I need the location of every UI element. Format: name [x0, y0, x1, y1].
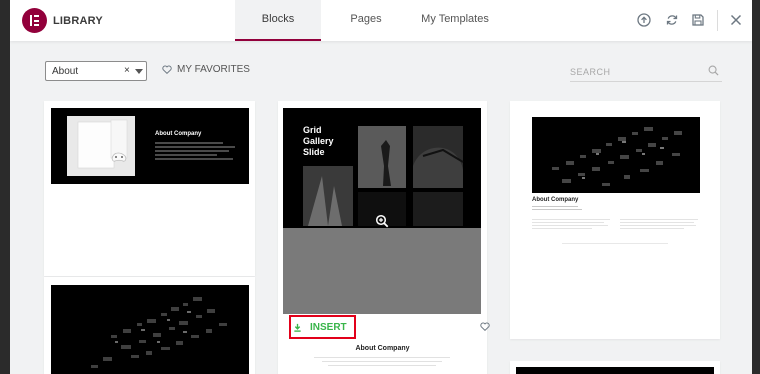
category-select[interactable]: About × — [45, 61, 147, 81]
card-footer-title: About Company — [355, 345, 410, 352]
card-title: About Company — [155, 131, 202, 137]
template-preview: About Company — [51, 108, 249, 184]
upload-icon[interactable] — [637, 13, 651, 27]
close-icon[interactable] — [729, 13, 743, 27]
heart-icon[interactable] — [480, 322, 490, 331]
template-card-dark-aerial[interactable] — [44, 277, 255, 374]
template-preview — [51, 285, 249, 374]
template-card-partial[interactable] — [510, 361, 720, 374]
search-box — [570, 62, 722, 82]
save-icon[interactable] — [691, 13, 705, 27]
template-preview: Grid Gallery Slide — [283, 108, 481, 228]
heart-icon — [162, 65, 172, 74]
my-favorites-filter[interactable]: MY FAVORITES — [162, 64, 250, 75]
sync-icon[interactable] — [665, 13, 679, 27]
clear-selection-icon[interactable]: × — [124, 65, 130, 76]
library-modal: LIBRARY Blocks Pages My Templates About … — [10, 0, 752, 374]
template-card-grid-gallery-slide[interactable]: Grid Gallery Slide INSERT About Company — [278, 101, 490, 374]
tab-my-templates[interactable]: My Templates — [415, 0, 495, 41]
console-product-image — [67, 116, 135, 176]
gallery-images — [303, 126, 464, 226]
template-preview — [532, 117, 700, 193]
insert-button[interactable]: INSERT — [293, 319, 347, 336]
insert-label: INSERT — [310, 322, 347, 333]
library-title: LIBRARY — [53, 15, 103, 27]
tab-pages[interactable]: Pages — [340, 0, 392, 41]
download-icon — [294, 323, 301, 332]
card-title: About Company — [532, 197, 579, 203]
search-input[interactable] — [570, 64, 700, 80]
my-favorites-label: MY FAVORITES — [177, 64, 250, 75]
chevron-down-icon[interactable] — [135, 69, 143, 74]
category-select-value: About — [52, 66, 79, 77]
template-card-about-company-2[interactable]: About Company — [510, 101, 720, 339]
library-header: LIBRARY Blocks Pages My Templates — [10, 0, 752, 41]
tab-blocks[interactable]: Blocks — [235, 0, 321, 41]
template-preview — [516, 367, 714, 374]
zoom-icon[interactable] — [375, 214, 389, 228]
search-icon[interactable] — [708, 65, 719, 76]
preview-overlay — [283, 228, 481, 314]
template-card-about-company-1[interactable]: About Company — [44, 101, 255, 276]
header-divider — [717, 10, 718, 31]
elementor-logo-icon — [22, 8, 47, 33]
